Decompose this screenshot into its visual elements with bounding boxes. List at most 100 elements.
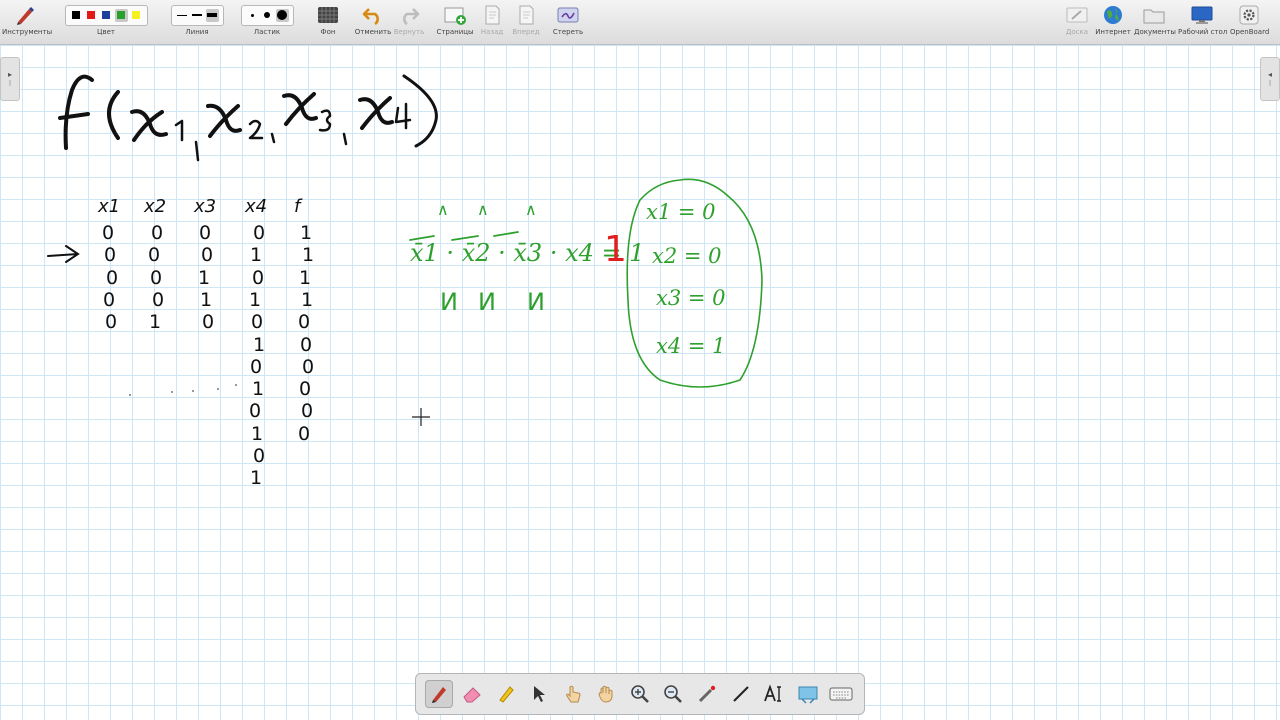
zoom-in-icon xyxy=(631,685,649,703)
undo-button[interactable]: Отменить xyxy=(354,2,392,37)
color-swatch-1[interactable] xyxy=(85,9,98,22)
table-header: x1 xyxy=(98,196,121,217)
color-swatch-3[interactable] xyxy=(114,8,128,22)
redo-button[interactable]: Вернуть xyxy=(393,2,425,37)
or-mark: И xyxy=(478,288,496,316)
arrow-pointer-icon xyxy=(534,686,546,702)
tools-button[interactable]: Инструменты xyxy=(2,2,53,37)
table-header: x4 xyxy=(245,196,268,217)
table-cell: 0 xyxy=(152,288,165,311)
table-cell: 1 xyxy=(299,266,312,289)
eraser-tool-button[interactable] xyxy=(458,680,486,708)
back-label: Назад xyxy=(480,28,504,36)
keyboard-button[interactable] xyxy=(827,680,855,708)
table-cell: 0 xyxy=(300,333,313,356)
color-swatch-0[interactable] xyxy=(70,9,83,22)
undo-label: Отменить xyxy=(354,28,392,36)
undo-icon xyxy=(362,8,379,25)
table-header: x2 xyxy=(144,196,167,217)
gear-icon xyxy=(1239,5,1259,25)
table-cell: 0 xyxy=(298,311,311,334)
keyboard-icon xyxy=(829,687,853,701)
table-cell: 0 xyxy=(148,244,161,267)
table-cell: 1 xyxy=(302,244,315,267)
conjunction-result: 1 xyxy=(604,229,627,270)
table-cell: 1 xyxy=(250,467,263,490)
laser-pointer-button[interactable] xyxy=(693,680,721,708)
folder-icon xyxy=(1143,9,1165,24)
table-cell: 1 xyxy=(200,288,213,311)
text-icon xyxy=(764,684,782,702)
table-cell: 0 xyxy=(253,222,266,244)
pen-icon xyxy=(431,687,446,703)
board-mode-icon xyxy=(1066,7,1088,23)
clear-board-icon xyxy=(557,7,579,23)
pages-label: Страницы xyxy=(436,28,474,36)
table-cell: 0 xyxy=(105,311,118,334)
pointing-hand-icon xyxy=(566,685,581,703)
stylus-palette xyxy=(415,673,865,715)
color-swatch-2[interactable] xyxy=(100,9,113,22)
next-page-icon xyxy=(519,5,534,25)
table-cell: 0 xyxy=(251,311,264,334)
line-medium-button[interactable] xyxy=(191,9,204,22)
and-mark: ∧ xyxy=(437,200,449,219)
color-swatch-4[interactable] xyxy=(130,9,143,22)
forward-button[interactable]: Вперед xyxy=(511,2,541,37)
line-label: Линия xyxy=(185,28,209,36)
selector-tool-button[interactable] xyxy=(525,680,553,708)
line-tool-button[interactable] xyxy=(727,680,755,708)
back-button[interactable]: Назад xyxy=(478,2,506,37)
table-cell: 0 xyxy=(202,311,215,334)
board-mode-button[interactable]: Доска xyxy=(1062,2,1092,37)
assignment-item: x3 = 0 xyxy=(656,286,726,310)
eraser-small-button[interactable] xyxy=(246,9,259,22)
assignment-item: x4 = 1 xyxy=(656,334,726,358)
pen-tool-button[interactable] xyxy=(424,680,453,708)
line-width-options xyxy=(170,4,224,26)
desktop-label: Рабочий стол xyxy=(1178,28,1228,36)
table-cell: 0 xyxy=(199,222,212,244)
line-thick-button[interactable] xyxy=(205,8,219,22)
table-cell: 0 xyxy=(201,244,214,267)
background-button[interactable]: Фон xyxy=(312,2,344,37)
zoom-in-button[interactable] xyxy=(626,680,654,708)
openboard-label: OpenBoard xyxy=(1230,28,1270,36)
table-cell: 1 xyxy=(252,378,265,401)
color-swatch-fill xyxy=(72,11,80,19)
zoom-out-icon xyxy=(664,685,683,703)
table-cell: 1 xyxy=(250,244,263,267)
hand-tool-button[interactable] xyxy=(592,680,620,708)
color-label: Цвет xyxy=(97,28,115,36)
text-tool-button[interactable] xyxy=(760,680,788,708)
pages-button[interactable]: Страницы xyxy=(434,2,476,37)
table-header: f xyxy=(294,196,301,217)
eraser-medium-button[interactable] xyxy=(261,9,274,22)
or-mark: И xyxy=(527,288,545,316)
redo-label: Вернуть xyxy=(393,28,425,36)
internet-button[interactable]: Интернет xyxy=(1094,2,1132,37)
table-cell: 0 xyxy=(103,288,116,311)
table-cell: 0 xyxy=(301,400,314,423)
whiteboard-canvas[interactable]: ▸ ⁝ ◂ ⁝ x̄1 · x̄2 · x̄3 · x4 = 1 1 x1 x2… xyxy=(0,45,1280,720)
eraser-large-button[interactable] xyxy=(275,8,289,22)
documents-button[interactable]: Документы xyxy=(1134,2,1176,37)
table-cell: 0 xyxy=(252,266,265,289)
erase-board-button[interactable]: Стереть xyxy=(551,2,585,37)
table-cell: 0 xyxy=(253,445,266,467)
interact-tool-button[interactable] xyxy=(559,680,587,708)
capture-tool-button[interactable] xyxy=(794,680,822,708)
desktop-monitor-icon xyxy=(1191,6,1213,24)
zoom-out-button[interactable] xyxy=(659,680,687,708)
table-cell: 1 xyxy=(251,422,264,445)
tools-label: Инструменты xyxy=(2,28,53,36)
capture-icon xyxy=(798,686,818,704)
desktop-button[interactable]: Рабочий стол xyxy=(1178,2,1228,37)
eraser-icon xyxy=(463,687,482,703)
openboard-menu-button[interactable]: OpenBoard xyxy=(1230,2,1270,37)
marker-tool-button[interactable] xyxy=(492,680,520,708)
table-cell: 1 xyxy=(249,288,262,311)
line-thin-button[interactable] xyxy=(176,9,189,22)
ink-layer xyxy=(47,74,763,426)
and-mark: ∧ xyxy=(477,200,489,219)
